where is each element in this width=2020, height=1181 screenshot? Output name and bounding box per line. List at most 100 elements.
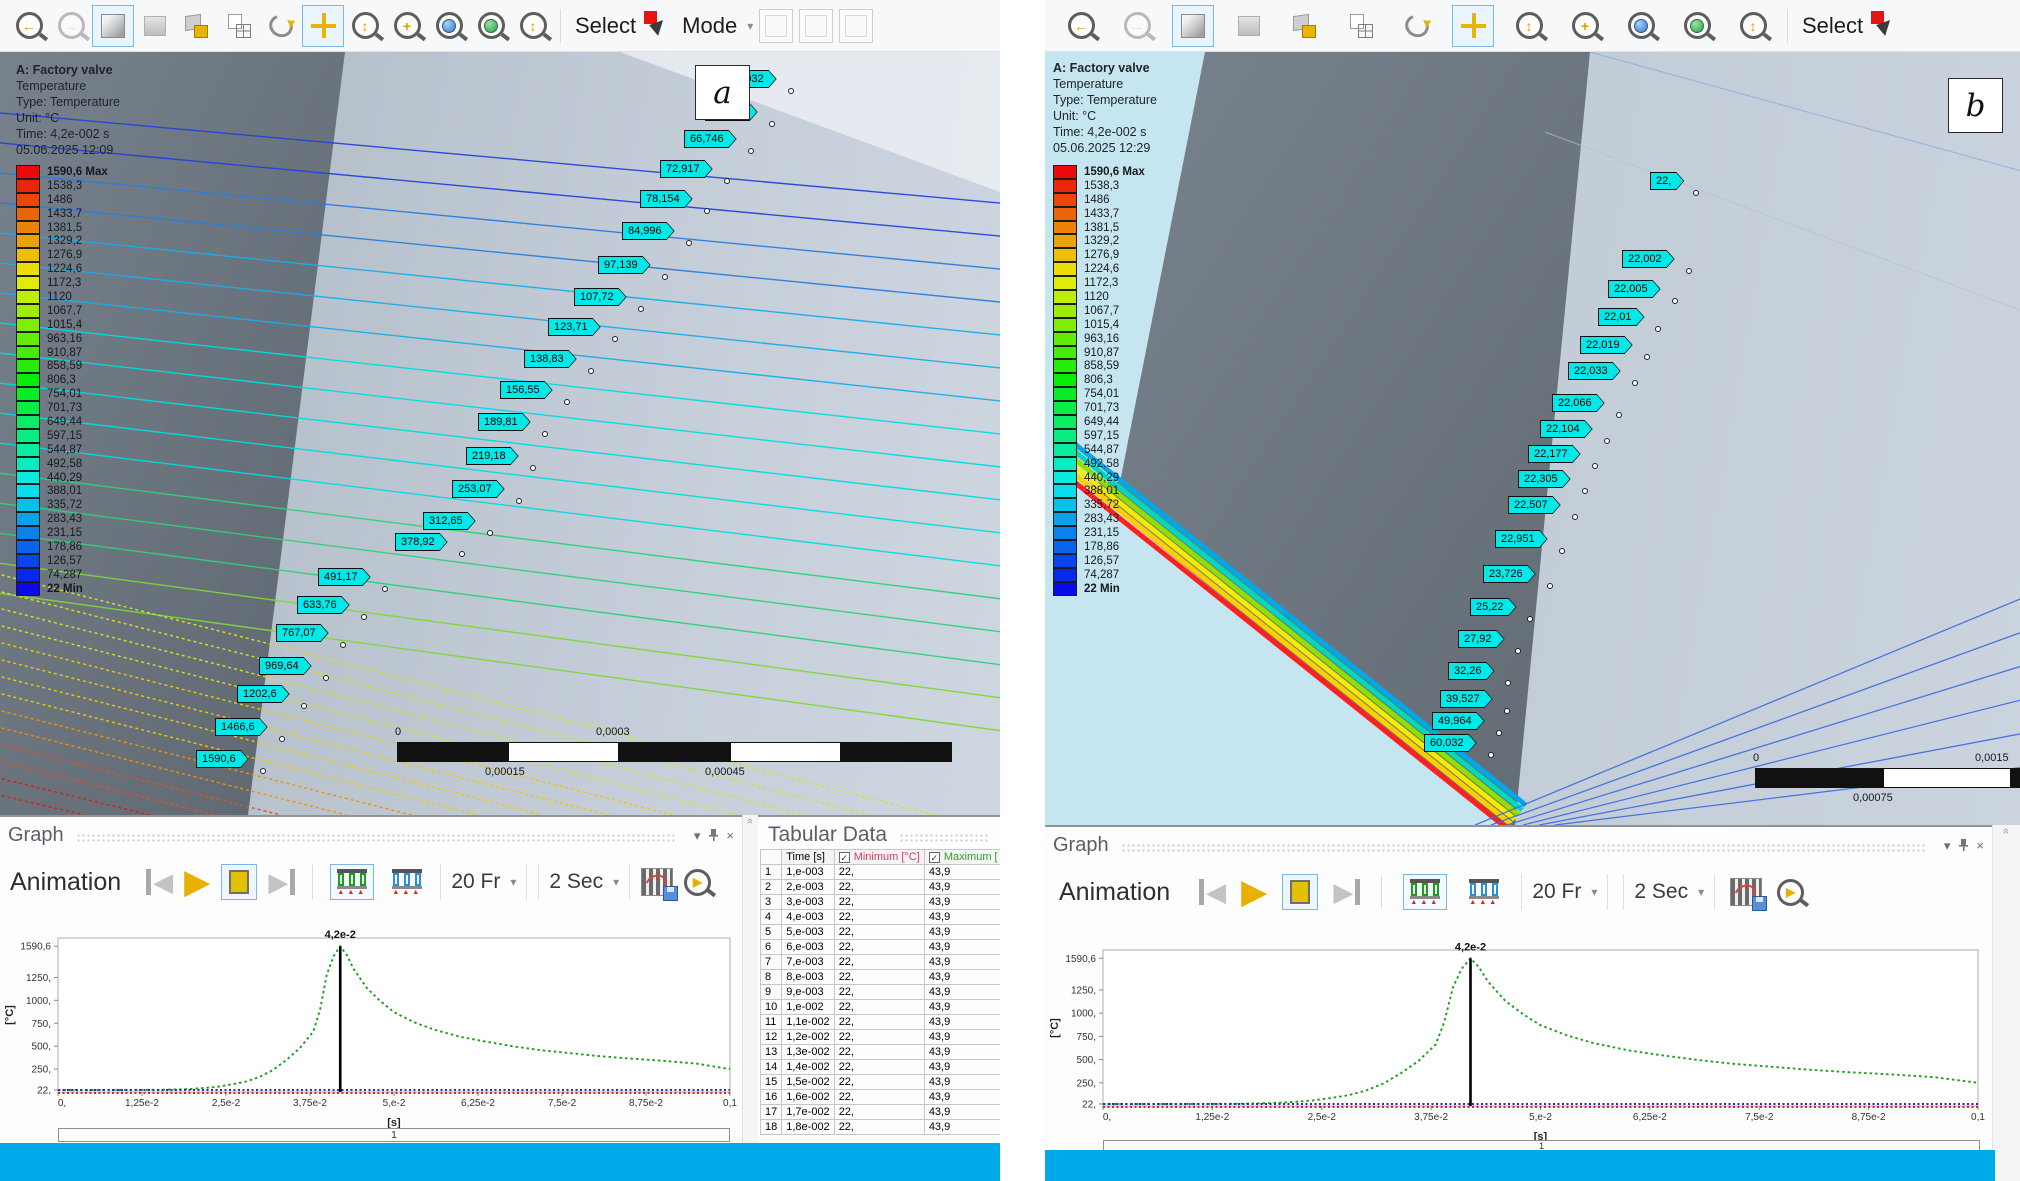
- zoom-previous-icon[interactable]: ←: [8, 5, 50, 47]
- temperature-probe-label[interactable]: 49,964: [1432, 712, 1485, 730]
- stop-button[interactable]: [221, 864, 257, 900]
- pan-icon[interactable]: [302, 5, 344, 47]
- select-cursor-icon[interactable]: [1871, 11, 1901, 41]
- temperature-probe-label[interactable]: 78,154: [640, 190, 693, 208]
- checkbox-checked-icon[interactable]: ✓: [839, 852, 850, 863]
- temperature-probe-label[interactable]: 22,033: [1568, 362, 1621, 380]
- zoom-next-icon[interactable]: →: [1116, 5, 1158, 47]
- pin-icon[interactable]: [708, 828, 718, 843]
- step-forward-button[interactable]: ▶: [1333, 879, 1360, 905]
- table-row[interactable]: 11,e-00322,43,9: [761, 865, 1001, 880]
- table-row[interactable]: 181,8e-00222,43,9: [761, 1120, 1001, 1135]
- zoom-extents-icon[interactable]: ↕: [512, 5, 554, 47]
- zoom-selection-globe-icon[interactable]: [470, 5, 512, 47]
- table-row[interactable]: 33,e-00322,43,9: [761, 895, 1001, 910]
- viewport-b[interactable]: A: Factory valve Temperature Type: Tempe…: [1045, 52, 2020, 825]
- table-row[interactable]: 99,e-00322,43,9: [761, 985, 1001, 1000]
- temperature-probe-label[interactable]: 189,81: [478, 413, 531, 431]
- panel-splitter-b[interactable]: »: [1992, 825, 2020, 1181]
- rotate-icon[interactable]: [260, 5, 302, 47]
- temperature-probe-label[interactable]: 22,002: [1622, 250, 1675, 268]
- table-row[interactable]: 111,1e-00222,43,9: [761, 1015, 1001, 1030]
- temperature-probe-label[interactable]: 39,527: [1440, 690, 1493, 708]
- dropdown-icon[interactable]: ▾: [694, 829, 701, 842]
- temperature-probe-label[interactable]: 22,019: [1580, 336, 1633, 354]
- temperature-probe-label[interactable]: 378,92: [395, 533, 448, 551]
- seconds-dropdown[interactable]: 2 Sec▾: [1623, 874, 1715, 910]
- temperature-probe-label[interactable]: 22,005: [1608, 280, 1661, 298]
- temperature-probe-label[interactable]: 23,726: [1483, 565, 1536, 583]
- temperature-probe-label[interactable]: 22,305: [1518, 470, 1571, 488]
- temperature-probe-label[interactable]: 66,746: [684, 130, 737, 148]
- viewport-a[interactable]: A: Factory valve Temperature Type: Tempe…: [0, 52, 1000, 815]
- pan-icon[interactable]: [1452, 5, 1494, 47]
- viewport-layout-icon[interactable]: [1340, 5, 1382, 47]
- temperature-probe-label[interactable]: 84,996: [622, 222, 675, 240]
- select-cursor-icon[interactable]: [644, 11, 674, 41]
- temperature-probe-label[interactable]: 138,83: [524, 350, 577, 368]
- temperature-probe-label[interactable]: 767,07: [276, 624, 329, 642]
- panel-splitter[interactable]: »: [742, 815, 758, 1181]
- frames-dropdown[interactable]: 20 Fr▾: [440, 864, 527, 900]
- temperature-probe-label[interactable]: 123,71: [548, 318, 601, 336]
- temperature-probe-label[interactable]: 22,177: [1528, 445, 1581, 463]
- temperature-probe-label[interactable]: 1202,6: [237, 685, 290, 703]
- temperature-probe-label[interactable]: 22,01: [1598, 308, 1645, 326]
- zoom-selection-globe-icon[interactable]: [1676, 5, 1718, 47]
- temperature-probe-label[interactable]: 72,917: [660, 160, 713, 178]
- isometric-view-icon[interactable]: [1172, 5, 1214, 47]
- view-manager-icon[interactable]: [176, 5, 218, 47]
- paste-window-icon[interactable]: [839, 9, 873, 43]
- temperature-probe-label[interactable]: 253,07: [452, 480, 505, 498]
- temperature-probe-label[interactable]: 312,65: [423, 512, 476, 530]
- temperature-probe-label[interactable]: 22,104: [1540, 420, 1593, 438]
- play-button[interactable]: ▶: [1241, 875, 1267, 909]
- table-row[interactable]: 101,e-00222,43,9: [761, 1000, 1001, 1015]
- viewport-layout-icon[interactable]: [218, 5, 260, 47]
- temperature-probe-label[interactable]: 491,17: [318, 568, 371, 586]
- table-row[interactable]: 151,5e-00222,43,9: [761, 1075, 1001, 1090]
- zoom-in-icon[interactable]: +: [386, 5, 428, 47]
- pin-icon[interactable]: [1958, 838, 1968, 853]
- timeline-chart-button[interactable]: ▲▲▲: [1462, 874, 1506, 910]
- checkbox-checked-icon[interactable]: ✓: [929, 852, 940, 863]
- temperature-probe-label[interactable]: 219,18: [466, 447, 519, 465]
- table-row[interactable]: 77,e-00322,43,9: [761, 955, 1001, 970]
- seconds-dropdown[interactable]: 2 Sec▾: [538, 864, 630, 900]
- temperature-probe-label[interactable]: 22,507: [1508, 496, 1561, 514]
- view-manager-icon[interactable]: [1284, 5, 1326, 47]
- stop-button[interactable]: [1282, 874, 1318, 910]
- zoom-extents-icon[interactable]: ↕: [1732, 5, 1774, 47]
- step-forward-button[interactable]: ▶: [268, 869, 295, 895]
- label-window-icon[interactable]: [759, 9, 793, 43]
- temperature-probe-label[interactable]: 60,032: [1424, 734, 1477, 752]
- table-row[interactable]: 66,e-00322,43,9: [761, 940, 1001, 955]
- zoom-next-icon[interactable]: →: [50, 5, 92, 47]
- temperature-probe-label[interactable]: 107,72: [574, 288, 627, 306]
- result-chart-button[interactable]: ▲▲▲: [1403, 874, 1447, 910]
- temperature-probe-label[interactable]: 969,64: [259, 657, 312, 675]
- table-row[interactable]: 88,e-00322,43,9: [761, 970, 1001, 985]
- mode-dropdown-icon[interactable]: ▾: [747, 19, 753, 33]
- temperature-probe-label[interactable]: 27,92: [1458, 630, 1505, 648]
- play-button[interactable]: ▶: [184, 865, 210, 899]
- temperature-probe-label[interactable]: 25,22: [1470, 598, 1517, 616]
- temperature-probe-label[interactable]: 22,951: [1495, 530, 1548, 548]
- table-row[interactable]: 131,3e-00222,43,9: [761, 1045, 1001, 1060]
- table-row[interactable]: 55,e-00322,43,9: [761, 925, 1001, 940]
- zoom-fit-globe-icon[interactable]: [1620, 5, 1662, 47]
- temperature-probe-label[interactable]: 1590,6: [196, 750, 249, 768]
- zoom-fit-globe-icon[interactable]: [428, 5, 470, 47]
- time-slider-a[interactable]: 1: [58, 1128, 730, 1142]
- shaded-cube-icon[interactable]: [134, 5, 176, 47]
- close-icon[interactable]: ×: [1976, 839, 1984, 852]
- temperature-probe-label[interactable]: 97,139: [598, 256, 651, 274]
- temperature-probe-label[interactable]: 32,26: [1448, 662, 1495, 680]
- zoom-in-icon[interactable]: +: [1564, 5, 1606, 47]
- table-row[interactable]: 121,2e-00222,43,9: [761, 1030, 1001, 1045]
- copy-window-icon[interactable]: [799, 9, 833, 43]
- temperature-probe-label[interactable]: 22,066: [1552, 394, 1605, 412]
- rotate-icon[interactable]: [1396, 5, 1438, 47]
- close-icon[interactable]: ×: [726, 829, 734, 842]
- table-row[interactable]: 141,4e-00222,43,9: [761, 1060, 1001, 1075]
